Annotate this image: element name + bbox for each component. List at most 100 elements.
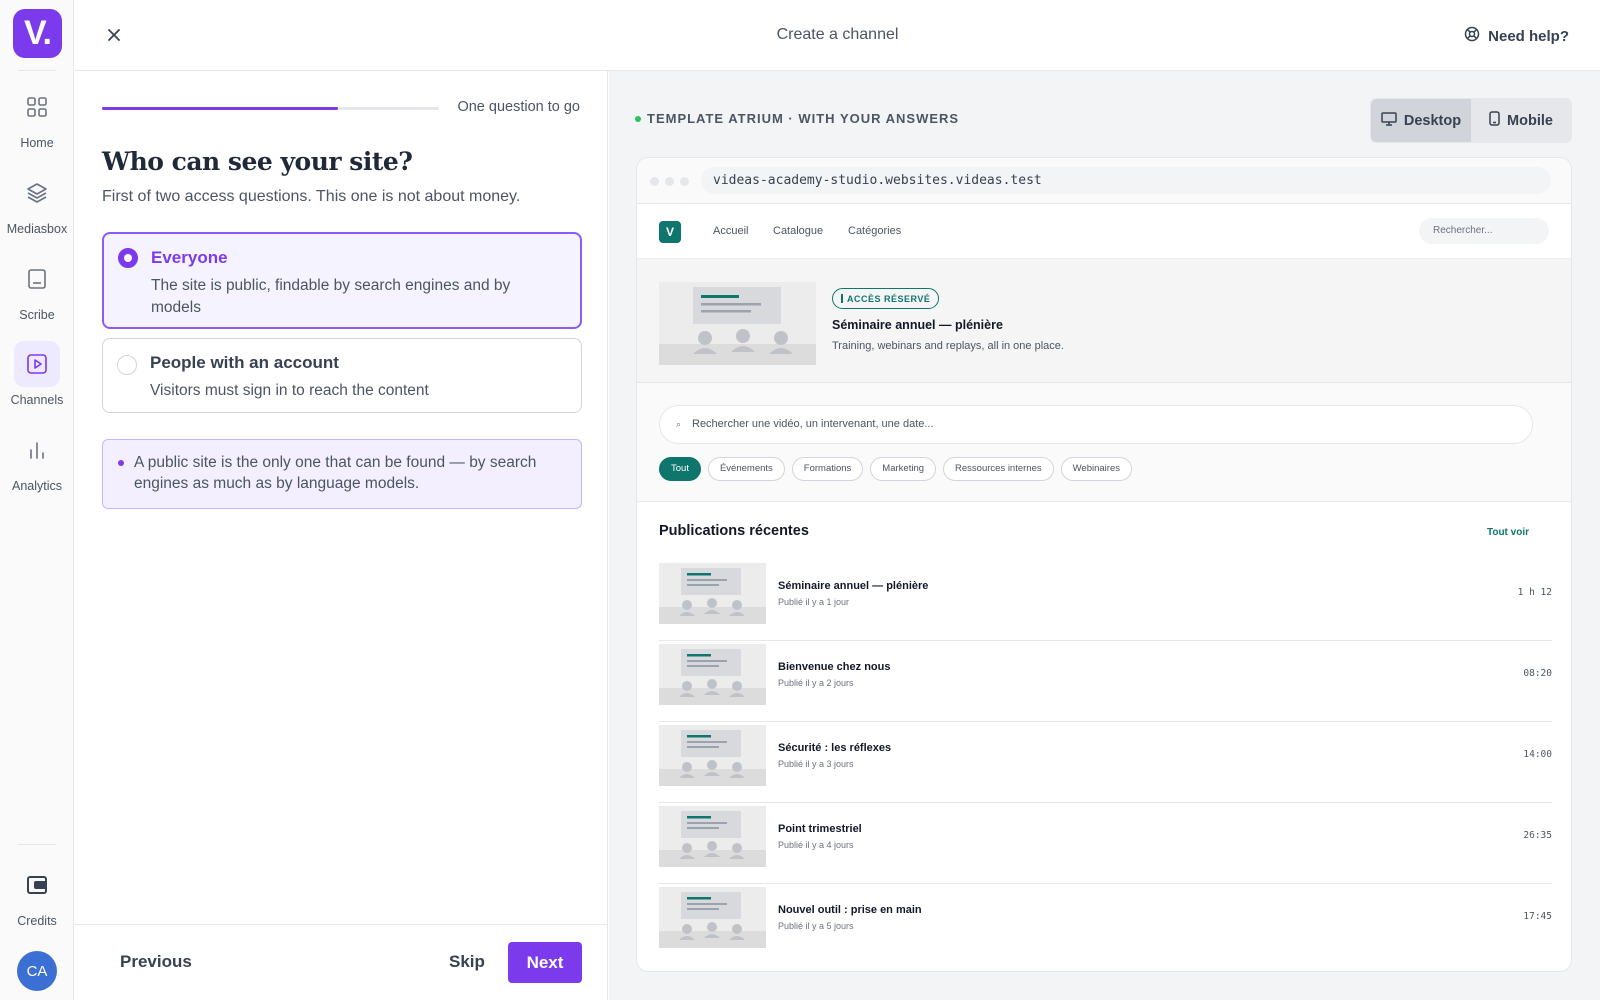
video-duration: 08:20 bbox=[1523, 668, 1552, 679]
sidebar-item-label: Mediasbox bbox=[6, 222, 68, 236]
video-duration: 17:45 bbox=[1523, 911, 1552, 922]
mobile-label: Mobile bbox=[1507, 112, 1553, 129]
browser-bar: videas-academy-studio.websites.videas.te… bbox=[637, 158, 1571, 204]
radio-account[interactable] bbox=[117, 355, 137, 375]
skip-button[interactable]: Skip bbox=[449, 952, 485, 972]
sidebar-item-credits[interactable]: Credits bbox=[0, 862, 74, 938]
video-search-input[interactable]: ⌕ Rechercher une vidéo, un intervenant, … bbox=[659, 405, 1533, 444]
video-row[interactable]: Bienvenue chez nous Publié il y a 2 jour… bbox=[659, 640, 1552, 722]
previous-button[interactable]: Previous bbox=[120, 952, 192, 972]
wallet-icon bbox=[14, 862, 60, 908]
option-account[interactable]: People with an account Visitors must sig… bbox=[102, 338, 582, 413]
video-date: Publié il y a 1 jour bbox=[778, 597, 850, 607]
video-date: Publié il y a 5 jours bbox=[778, 921, 854, 931]
lock-icon bbox=[841, 294, 843, 303]
chip-internal-resources[interactable]: Ressources internes bbox=[943, 457, 1054, 481]
search-icon: ⌕ bbox=[676, 419, 682, 429]
video-date: Publié il y a 2 jours bbox=[778, 678, 854, 688]
filter-area: ⌕ Rechercher une vidéo, un intervenant, … bbox=[637, 383, 1571, 502]
layers-icon bbox=[14, 170, 60, 216]
play-square-icon bbox=[14, 341, 60, 387]
see-all-link[interactable]: Tout voir bbox=[1487, 527, 1529, 538]
video-row[interactable]: Sécurité : les réflexes Publié il y a 3 … bbox=[659, 721, 1552, 803]
option-everyone[interactable]: Everyone The site is public, findable by… bbox=[102, 232, 582, 329]
desktop-label: Desktop bbox=[1403, 112, 1462, 129]
chip-marketing[interactable]: Marketing bbox=[870, 457, 937, 481]
video-title: Séminaire annuel — plénière bbox=[778, 580, 929, 592]
site-nav: V Accueil Catalogue Catégories Recherche… bbox=[637, 204, 1571, 259]
view-mode-toggle: Desktop Mobile bbox=[1370, 98, 1572, 143]
window-dot bbox=[665, 177, 674, 186]
access-badge: ACCÈS RÉSERVÉ bbox=[832, 288, 940, 309]
topbar: Create a channel Need help? bbox=[75, 0, 1600, 71]
monitor-icon bbox=[1381, 111, 1397, 130]
video-thumbnail bbox=[659, 887, 766, 948]
video-duration: 14:00 bbox=[1523, 749, 1552, 760]
option-description: The site is public, findable by search e… bbox=[151, 277, 511, 316]
sidebar-item-home[interactable]: Home bbox=[0, 84, 74, 160]
avatar[interactable]: CA bbox=[17, 951, 57, 991]
mobile-toggle[interactable]: Mobile bbox=[1471, 99, 1571, 142]
option-title: People with an account bbox=[150, 353, 339, 372]
video-row[interactable]: Séminaire annuel — plénière Publié il y … bbox=[659, 559, 1552, 641]
site-logo[interactable]: V bbox=[659, 221, 681, 243]
site-link-categories[interactable]: Catégories bbox=[848, 225, 901, 237]
sidebar-item-label: Credits bbox=[17, 914, 57, 928]
site-hero: ACCÈS RÉSERVÉ Séminaire annuel — plénièr… bbox=[637, 259, 1571, 383]
sidebar-item-channels[interactable]: Channels bbox=[0, 341, 74, 417]
radio-everyone[interactable] bbox=[118, 248, 138, 268]
page-title: Create a channel bbox=[776, 26, 899, 43]
option-description: Visitors must sign in to reach the conte… bbox=[150, 382, 429, 399]
progress-text: One question to go bbox=[457, 99, 580, 115]
sidebar: V. Home Mediasbox Scribe Channels Analyt… bbox=[0, 0, 74, 1000]
question-subtitle: First of two access questions. This one … bbox=[102, 188, 521, 205]
video-row[interactable]: Point trimestriel Publié il y a 4 jours … bbox=[659, 802, 1552, 884]
video-duration: 26:35 bbox=[1523, 830, 1552, 841]
progress-fill bbox=[102, 107, 338, 110]
site-link-catalogue[interactable]: Catalogue bbox=[773, 225, 823, 237]
url-bar: videas-academy-studio.websites.videas.te… bbox=[701, 167, 1551, 194]
video-title: Point trimestriel bbox=[778, 823, 862, 835]
chip-webinars[interactable]: Webinaires bbox=[1060, 457, 1132, 481]
help-icon bbox=[1464, 26, 1480, 46]
chip-events[interactable]: Événements bbox=[707, 457, 785, 481]
note-text: A public site is the only one that can b… bbox=[134, 454, 537, 492]
video-duration: 1 h 12 bbox=[1517, 587, 1552, 598]
sidebar-divider bbox=[18, 844, 56, 845]
hero-title: Séminaire annuel — plénière bbox=[832, 318, 1003, 332]
desktop-toggle[interactable]: Desktop bbox=[1371, 99, 1471, 142]
recent-heading: Publications récentes bbox=[659, 523, 809, 539]
video-row[interactable]: Nouvel outil : prise en main Publié il y… bbox=[659, 883, 1552, 965]
template-label: TEMPLATE ATRIUM · WITH YOUR ANSWERS bbox=[635, 111, 959, 126]
sidebar-item-scribe[interactable]: Scribe bbox=[0, 256, 74, 332]
chip-all[interactable]: Tout bbox=[659, 457, 701, 481]
chip-trainings[interactable]: Formations bbox=[791, 457, 864, 481]
site-link-accueil[interactable]: Accueil bbox=[713, 225, 748, 237]
video-thumbnail bbox=[659, 644, 766, 705]
video-thumbnail bbox=[659, 725, 766, 786]
sidebar-item-label: Home bbox=[20, 136, 54, 150]
option-title: Everyone bbox=[151, 248, 228, 267]
grid-icon bbox=[14, 84, 60, 130]
info-note: A public site is the only one that can b… bbox=[102, 439, 582, 509]
bar-chart-icon bbox=[14, 427, 60, 473]
video-thumbnail bbox=[659, 806, 766, 867]
category-chips: Tout Événements Formations Marketing Res… bbox=[659, 457, 1132, 481]
form-footer: Previous Skip Next bbox=[75, 924, 608, 1000]
phone-icon bbox=[1489, 111, 1500, 130]
window-dot bbox=[650, 177, 659, 186]
next-button[interactable]: Next bbox=[508, 942, 582, 983]
help-button[interactable]: Need help? bbox=[1464, 26, 1569, 46]
video-date: Publié il y a 4 jours bbox=[778, 840, 854, 850]
site-search-input[interactable]: Rechercher... bbox=[1419, 218, 1549, 244]
sidebar-item-analytics[interactable]: Analytics bbox=[0, 427, 74, 503]
sidebar-item-mediasbox[interactable]: Mediasbox bbox=[0, 170, 74, 246]
sidebar-divider bbox=[18, 70, 56, 71]
video-date: Publié il y a 3 jours bbox=[778, 759, 854, 769]
sidebar-item-label: Analytics bbox=[11, 479, 63, 493]
sidebar-item-label: Scribe bbox=[19, 308, 55, 322]
badge-label: ACCÈS RÉSERVÉ bbox=[847, 293, 931, 304]
browser-preview: videas-academy-studio.websites.videas.te… bbox=[636, 157, 1572, 972]
app-logo[interactable]: V. bbox=[13, 9, 62, 58]
question-panel: One question to go Who can see your site… bbox=[75, 71, 608, 1000]
